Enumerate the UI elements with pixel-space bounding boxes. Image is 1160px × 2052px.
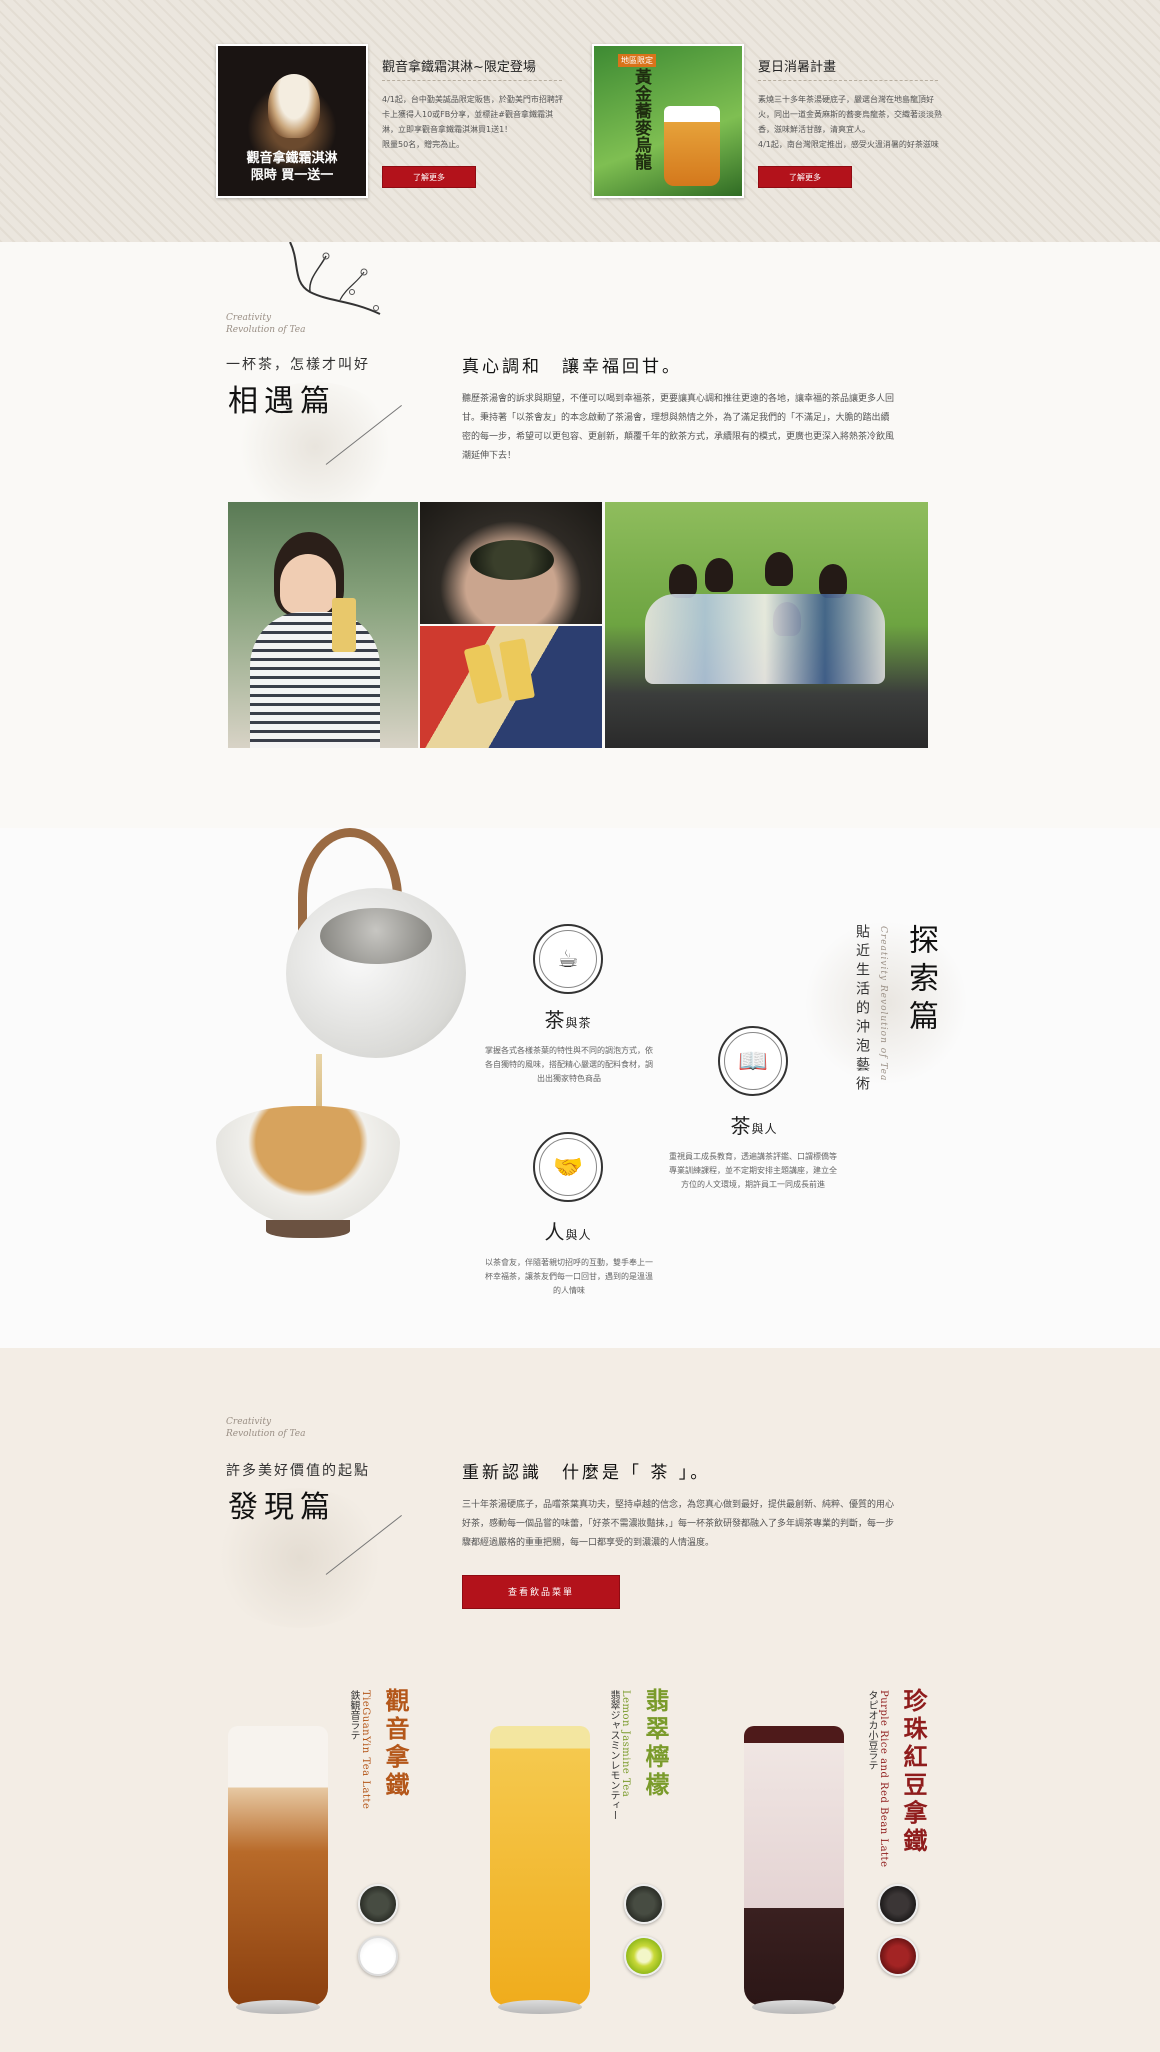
news-description: 素燒三十多年茶湯硬底子，嚴選台灣在地島龍頂好火，同出一道金黃麻斯的蕎麥烏龍茶，交… — [758, 95, 942, 149]
section-subtitle: 許多美好價值的起點 — [226, 1463, 370, 1479]
photo-tea-leaves-in-hands — [420, 502, 602, 624]
drink-image-lemon-jasmine[interactable] — [490, 1726, 590, 2006]
news-thumbnail-buckwheat-oolong[interactable]: 地區限定 黃金蕎麥烏龍 — [592, 44, 744, 198]
glass-base — [498, 2000, 582, 2014]
glass-base — [236, 2000, 320, 2014]
drink-name-cn: 觀音拿鐵 — [381, 1688, 410, 1800]
news-title[interactable]: 觀音拿鐵霜淇淋~限定登場 — [382, 56, 536, 75]
divider — [382, 80, 562, 81]
photo-hands-with-cups — [420, 626, 602, 748]
section-title: 相遇篇 — [228, 384, 336, 419]
explore-item-title: 人與人 — [544, 1220, 592, 1244]
drink-image-red-bean-latte[interactable] — [744, 1726, 844, 2006]
divider — [758, 80, 938, 81]
lemon-icon — [624, 1936, 664, 1976]
explore-section: ☕ 茶與茶 掌握各式各樣茶葉的特性與不同的調泡方式，依各自獨特的風味，搭配精心嚴… — [0, 828, 1160, 1348]
glass-base — [752, 2000, 836, 2014]
explore-item-title: 茶與茶 — [544, 1008, 592, 1032]
news-card-summer[interactable]: 地區限定 黃金蕎麥烏龍 夏日消暑計畫 素燒三十多年茶湯硬底子，嚴選台灣在地島龍頂… — [592, 44, 952, 200]
section-headline: 真心調和 讓幸福回甘。 — [462, 357, 682, 377]
section-headline: 重新認識 什麼是「 茶 」。 — [462, 1463, 711, 1483]
news-description: 4/1起，台中勤美誠品限定販售，於勤美門市招聘評卡上獲得人10或FB分享，並標註… — [382, 95, 563, 149]
tagline-en: Creativity Revolution of Tea — [226, 313, 306, 335]
tagline-en: Creativity Revolution of Tea — [226, 1417, 306, 1439]
tea-leaves-icon — [624, 1884, 664, 1924]
photo-girl-with-tea — [228, 502, 418, 748]
teapot-icon: ☕ — [533, 924, 603, 994]
explore-item-desc: 重視員工成長教育，透遍講茶評鑑、口謂標僑等專業訓練課程，並不定期安排主題講座，建… — [669, 1152, 837, 1189]
explore-item-desc: 掌握各式各樣茶葉的特性與不同的調泡方式，依各自獨特的風味，搭配精心嚴選的配料食材… — [485, 1046, 653, 1083]
section-body: 三十年茶湯硬底子，品嚐茶葉真功夫，堅持卓越的信念，為您真心做到最好，提供最創新、… — [462, 1500, 895, 1548]
drink-name-en: Purple Rice and Red Bean Latte — [878, 1690, 889, 1868]
thumb-caption: 黃金蕎麥烏龍 — [631, 68, 651, 170]
drink-image-tieguanyin-latte[interactable] — [228, 1726, 328, 2006]
explore-item-desc: 以茶會友，伴隨著親切招呼的互動，雙手奉上一杯幸福茶，讓茶友們每一口回甘，遇到的是… — [485, 1258, 653, 1295]
tapioca-pearl-icon — [878, 1884, 918, 1924]
section-title: 探索篇 — [903, 924, 938, 1038]
drink-name-cn: 翡翠檸檬 — [641, 1688, 670, 1800]
news-title[interactable]: 夏日消暑計畫 — [758, 56, 836, 75]
tea-cup-image — [216, 1106, 400, 1226]
section-subtitle: 貼近生活的沖泡藝術 — [854, 924, 870, 1095]
view-menu-button[interactable]: 查看飲品菜單 — [462, 1575, 620, 1609]
drink-name-cn: 珍珠紅豆拿鐵 — [899, 1688, 928, 1856]
encounter-section: Creativity Revolution of Tea 一杯茶，怎樣才叫好 相… — [0, 242, 1160, 828]
plum-branch-icon — [289, 242, 381, 315]
news-card-ice-cream[interactable]: 觀音拿鐵霜淇淋 限時 買一送一 觀音拿鐵霜淇淋~限定登場 4/1起，台中勤美誠品… — [216, 44, 576, 200]
explore-item-title: 茶與人 — [730, 1114, 778, 1138]
tea-cup-base — [266, 1220, 350, 1238]
red-bean-icon — [878, 1936, 918, 1976]
thumb-caption: 觀音拿鐵霜淇淋 限時 買一送一 — [246, 151, 338, 183]
handshake-icon: 🤝 — [533, 1132, 603, 1202]
teapot-lid — [320, 908, 432, 964]
tea-leaves-icon — [358, 1884, 398, 1924]
learn-more-button[interactable]: 了解更多 — [758, 166, 852, 188]
milk-icon — [358, 1936, 398, 1976]
learn-more-button[interactable]: 了解更多 — [382, 166, 476, 188]
drink-name-en: TieGuanYin Tea Latte — [360, 1690, 371, 1810]
region-badge: 地區限定 — [618, 54, 656, 67]
drink-name-jp: タピオカ小豆ラテ — [866, 1690, 877, 1770]
tea-glass-image — [664, 106, 720, 186]
section-body: 聽歷茶湯會的訴求與期望，不僅可以喝到幸福茶，更要讓真心調和推往更遠的各地，讓幸福… — [462, 394, 895, 461]
section-title: 發現篇 — [228, 1490, 336, 1525]
drink-name-en: Lemon Jasmine Tea — [620, 1690, 631, 1798]
book-icon: 📖 — [718, 1026, 788, 1096]
drink-name-jp: 翡翠ジャスミンレモンティー — [608, 1690, 619, 1820]
drink-name-jp: 鉄観音ラテ — [348, 1690, 359, 1740]
photo-group-of-friends — [605, 502, 928, 748]
news-band: 觀音拿鐵霜淇淋 限時 買一送一 觀音拿鐵霜淇淋~限定登場 4/1起，台中勤美誠品… — [0, 0, 1160, 242]
news-thumbnail-ice-cream[interactable]: 觀音拿鐵霜淇淋 限時 買一送一 — [216, 44, 368, 198]
tagline-en: Creativity Revolution of Tea — [878, 926, 888, 1082]
section-subtitle: 一杯茶，怎樣才叫好 — [226, 357, 370, 373]
discover-section: Creativity Revolution of Tea 許多美好價值的起點 發… — [0, 1348, 1160, 2052]
ice-cream-cone-image — [268, 74, 320, 138]
